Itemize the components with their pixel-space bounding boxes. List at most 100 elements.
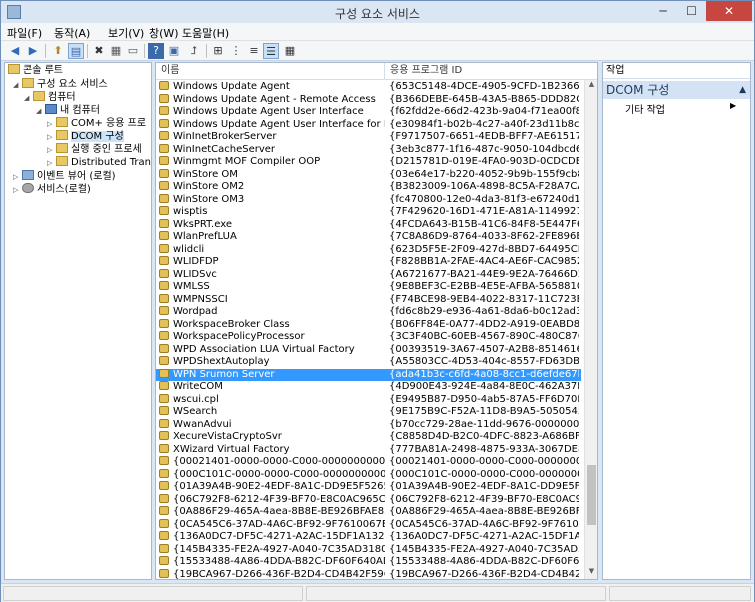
tree-item-event-viewer[interactable]: ▷ 이벤트 뷰어 (로컬) xyxy=(13,170,116,183)
table-row[interactable]: WinStore OM2 {B3823009-106A-4898-8C5A-F28… xyxy=(156,181,581,194)
close-button[interactable]: ✕ xyxy=(706,1,752,21)
expand-arrow-icon[interactable]: ◢ xyxy=(24,92,33,105)
table-row[interactable]: Windows Update Agent User Interface {f62f… xyxy=(156,106,581,119)
row-name-text: {136A0DC7-DF5C-4271-A2AC-15DF1A1323F2} xyxy=(173,531,385,542)
table-row[interactable]: WksPRT.exe {4FCDA643-B15B-41C6-84F8-5E447… xyxy=(156,218,581,232)
show-tree-icon[interactable]: ▤ xyxy=(68,43,84,59)
dcom-list[interactable]: 이름 응용 프로그램 ID Windows Update Agent {653C5… xyxy=(155,62,598,580)
status-view-icon[interactable]: ▦ xyxy=(282,43,298,59)
tree-item-my-computer[interactable]: ◢ 내 컴퓨터 xyxy=(36,104,100,117)
table-row[interactable]: WMLSS {9E8BEF3C-E2BB-4E5E-AFBA-565881069D… xyxy=(156,281,581,294)
column-header-appid[interactable]: 응용 프로그램 ID xyxy=(385,63,581,79)
tree-item-computers[interactable]: ◢ 컴퓨터 xyxy=(24,91,76,104)
table-row[interactable]: wisptis {7F429620-16D1-471E-A81A-11499214… xyxy=(156,206,581,219)
scroll-down-icon[interactable]: ▼ xyxy=(586,567,597,579)
up-icon[interactable]: ⬆ xyxy=(50,43,66,59)
table-row[interactable]: Windows Update Agent {653C5148-4DCE-4905-… xyxy=(156,81,581,94)
row-appid: {C8858D4D-B2C0-4DFC-8823-A686BFF0E... xyxy=(389,431,579,442)
row-name-text: {15533488-4A86-4DDA-B82C-DF60F640ADF4} xyxy=(173,556,385,567)
table-row[interactable]: WorkspacePolicyProcessor {3C3F40BC-60EB-4… xyxy=(156,331,581,344)
expand-arrow-icon[interactable]: ◢ xyxy=(36,105,45,118)
row-name-text: WinInetBrokerServer xyxy=(173,131,277,142)
table-row[interactable]: Windows Update Agent User Interface for … xyxy=(156,118,581,132)
table-row[interactable]: Windows Update Agent - Remote Access {B36… xyxy=(156,93,581,107)
delete-icon[interactable]: ✖ xyxy=(91,43,107,59)
row-name: wisptis xyxy=(156,206,385,219)
row-name-text: WMLSS xyxy=(173,281,210,292)
table-row[interactable]: WinInetCacheServer {3eb3c877-1f16-487c-90… xyxy=(156,143,581,157)
large-icons-icon[interactable]: ⊞ xyxy=(210,43,226,59)
table-row[interactable]: WMPNSSCI {F74BCE98-9EB4-4022-8317-11C723E… xyxy=(156,293,581,307)
action-more-actions[interactable]: 기타 작업 ▶ xyxy=(625,101,736,116)
menu-file[interactable]: 파일(F) xyxy=(7,25,42,41)
table-row[interactable]: {01A39A4B-90E2-4EDF-8A1C-DD9E5F526568} {0… xyxy=(156,481,581,494)
menu-help[interactable]: 도움말(H) xyxy=(182,25,229,41)
menu-window[interactable]: 창(W) xyxy=(149,25,179,41)
tree-item-distributed-transaction[interactable]: ▷ Distributed Trans xyxy=(47,156,151,170)
forward-icon[interactable]: ▶ xyxy=(25,43,41,59)
table-row[interactable]: Winmgmt MOF Compiler OOP {D215781D-019E-4… xyxy=(156,156,581,169)
detail-view-icon[interactable]: ☰ xyxy=(263,43,279,59)
scroll-up-icon[interactable]: ▲ xyxy=(586,80,597,92)
row-appid: {b70cc729-28ae-11dd-9676-00000000000} xyxy=(389,418,579,430)
row-name: {000C101C-0000-0000-C000-000000000046} xyxy=(156,468,385,482)
table-row[interactable]: Wordpad {fd6c8b29-e936-4a61-8da6-b0c12ad3… xyxy=(156,306,581,319)
tree-item-services[interactable]: ▷ 서비스(로컬) xyxy=(13,183,91,196)
table-row[interactable]: XecureVistaCryptoSvr {C8858D4D-B2C0-4DFC-… xyxy=(156,431,581,444)
table-row[interactable]: WPD Association LUA Virtual Factory {0039… xyxy=(156,343,581,357)
actions-section-dcom[interactable]: DCOM 구성 ▲ xyxy=(603,81,750,99)
table-row[interactable]: WLIDFDP {F828BB1A-2FAE-4AC4-AE6F-CAC98529… xyxy=(156,256,581,269)
tree-item-com-apps[interactable]: ▷ COM+ 응용 프로 xyxy=(47,117,146,130)
table-row[interactable]: {145B4335-FE2A-4927-A040-7C35AD3180EF} {1… xyxy=(156,543,581,557)
tree-item-console-root[interactable]: 콘솔 루트 xyxy=(8,64,63,77)
table-row[interactable]: WinInetBrokerServer {F9717507-6651-4EDB-B… xyxy=(156,131,581,144)
export-icon[interactable]: ▭ xyxy=(125,43,141,59)
column-header-name[interactable]: 이름 xyxy=(156,63,385,79)
maximize-button[interactable]: ☐ xyxy=(678,1,705,21)
table-row[interactable]: {19BCA967-D266-436F-B2D4-CD4B42F596} {19B… xyxy=(156,568,581,579)
table-row[interactable]: WriteCOM {4D900E43-924E-4a84-8E0C-462A37D… xyxy=(156,381,581,394)
tree-item-dcom-config[interactable]: ▷ DCOM 구성 xyxy=(47,130,124,143)
expand-arrow-icon[interactable]: ▷ xyxy=(47,157,56,170)
vertical-scrollbar[interactable]: ▲ ▼ xyxy=(584,80,597,579)
expand-arrow-icon[interactable]: ◢ xyxy=(13,79,22,92)
table-row[interactable]: {000C101C-0000-0000-C000-000000000046} {0… xyxy=(156,468,581,482)
table-row[interactable]: WinStore OM3 {fc470800-12e0-4da3-81f3-e67… xyxy=(156,193,581,207)
collapse-arrow-icon[interactable]: ▲ xyxy=(739,81,746,99)
menu-view[interactable]: 보기(V) xyxy=(108,25,144,41)
small-icons-icon[interactable]: ⋮ xyxy=(228,43,244,59)
list-view-icon[interactable]: ≡ xyxy=(246,43,262,59)
table-row[interactable]: {136A0DC7-DF5C-4271-A2AC-15DF1A1323F2} {1… xyxy=(156,531,581,544)
table-row[interactable]: WPDShextAutoplay {A55803CC-4D53-404c-8557… xyxy=(156,356,581,369)
table-row[interactable]: WLIDSvc {A6721677-BA21-44E9-9E2A-76466D24… xyxy=(156,268,581,282)
back-icon[interactable]: ◀ xyxy=(7,43,23,59)
table-row[interactable]: {0A886F29-465A-4aea-8B8E-BE926BFAE83E} {0… xyxy=(156,506,581,519)
table-row[interactable]: WPN Srumon Server {ada41b3c-c6fd-4a08-8cc… xyxy=(156,368,581,381)
view-icon[interactable]: ▣ xyxy=(166,43,182,59)
table-row[interactable]: {06C792F8-6212-4F39-BF70-E8C0AC965C23} {0… xyxy=(156,493,581,507)
minimize-button[interactable]: ─ xyxy=(649,1,677,21)
table-row[interactable]: WwanAdvui {b70cc729-28ae-11dd-9676-000000… xyxy=(156,418,581,432)
scrollbar-thumb[interactable] xyxy=(587,465,596,525)
table-row[interactable]: {15533488-4A86-4DDA-B82C-DF60F640ADF4} {1… xyxy=(156,556,581,569)
table-row[interactable]: WinStore OM {03e64e17-b220-4052-9b9b-155f… xyxy=(156,168,581,182)
table-row[interactable]: wlidcli {623D5F5E-2F09-427d-8BD7-64495CD9… xyxy=(156,243,581,257)
properties-icon[interactable]: ▦ xyxy=(108,43,124,59)
navigate-icon[interactable]: ⮥ xyxy=(186,43,202,59)
table-row[interactable]: WorkspaceBroker Class {B06FF84E-0A77-4DD2… xyxy=(156,318,581,332)
dcom-app-icon xyxy=(159,518,169,528)
table-row[interactable]: WlanPrefLUA {7C8A86D9-8764-4033-8F62-2FE8… xyxy=(156,231,581,244)
menu-action[interactable]: 동작(A) xyxy=(54,25,90,41)
table-row[interactable]: XWizard Virtual Factory {777BA81A-2498-48… xyxy=(156,443,581,457)
computer-icon xyxy=(45,104,57,114)
title-bar[interactable]: 구성 요소 서비스 ─ ☐ ✕ xyxy=(1,1,754,23)
tree-item-running-processes[interactable]: ▷ 실행 중인 프로세 xyxy=(47,143,142,156)
help-icon[interactable]: ? xyxy=(148,43,164,59)
expand-arrow-icon[interactable]: ▷ xyxy=(13,184,22,197)
tree-item-component-services[interactable]: ◢ 구성 요소 서비스 xyxy=(13,78,108,91)
table-row[interactable]: WSearch {9E175B9C-F52A-11D8-B9A5-50505450… xyxy=(156,406,581,419)
table-row[interactable]: {00021401-0000-0000-C000-000000000046} {0… xyxy=(156,456,581,469)
table-row[interactable]: {0CA545C6-37AD-4A6C-BF92-9F7610067EF5} {0… xyxy=(156,518,581,532)
table-row[interactable]: wscui.cpl {E9495B87-D950-4ab5-87A5-FF6D70… xyxy=(156,393,581,407)
console-tree[interactable]: 콘솔 루트 ◢ 구성 요소 서비스 ◢ 컴퓨터 ◢ 내 컴퓨터 ▷ COM+ 응용 프로… xyxy=(4,62,152,580)
